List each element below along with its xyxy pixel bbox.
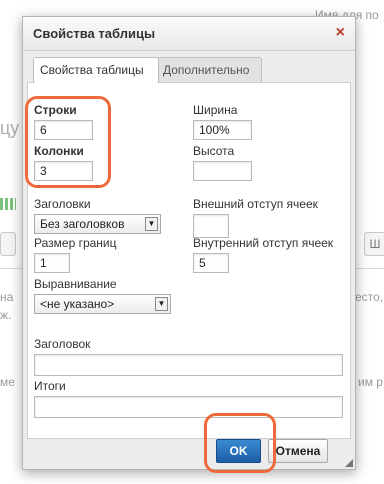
bg-left-fragment: на	[0, 290, 14, 304]
tab-panel: Строки Колонки Ширина Высота Заголовки Б…	[27, 82, 351, 439]
cell-padding-field[interactable]	[193, 253, 229, 273]
bg-green-icon	[0, 198, 16, 210]
alignment-label: Выравнивание	[34, 277, 117, 291]
chevron-down-icon: ▼	[155, 297, 168, 311]
border-size-label: Размер границ	[34, 236, 117, 250]
chevron-down-icon: ▼	[145, 217, 158, 231]
alignment-select[interactable]: <не указано> ▼	[34, 294, 171, 314]
height-label: Высота	[193, 144, 235, 158]
resize-handle-icon[interactable]	[345, 459, 353, 467]
caption-label: Заголовок	[34, 337, 91, 351]
dialog-footer: OK Отмена	[23, 431, 355, 469]
tab-advanced[interactable]: Дополнительно	[156, 57, 262, 82]
summary-label: Итоги	[34, 379, 66, 393]
columns-field[interactable]	[34, 161, 93, 181]
ok-button[interactable]: OK	[216, 439, 261, 463]
headers-label: Заголовки	[34, 197, 91, 211]
cell-spacing-label: Внешний отступ ячеек	[193, 197, 318, 211]
caption-field[interactable]	[34, 354, 343, 376]
bg-right-fragment: есто,	[355, 290, 384, 304]
cell-spacing-field[interactable]	[193, 214, 229, 238]
bg-left-fragment: ме	[0, 375, 15, 389]
close-icon[interactable]: ×	[336, 24, 345, 42]
bg-divider	[355, 268, 384, 269]
cell-padding-label: Внутренний отступ ячеек	[193, 236, 334, 250]
bg-left-fragment: ж.	[0, 308, 12, 322]
alignment-select-value: <не указано>	[40, 297, 115, 311]
summary-field[interactable]	[34, 396, 343, 418]
bg-left-fragment: цу	[0, 118, 20, 138]
rows-field[interactable]	[34, 120, 93, 140]
border-size-field[interactable]	[34, 253, 70, 273]
table-properties-dialog: Свойства таблицы × Свойства таблицы Допо…	[22, 16, 356, 470]
dialog-titlebar[interactable]: Свойства таблицы ×	[23, 17, 355, 51]
rows-label: Строки	[34, 103, 77, 117]
headers-select-value: Без заголовков	[40, 217, 125, 231]
tab-table-properties[interactable]: Свойства таблицы	[33, 57, 159, 83]
headers-select[interactable]: Без заголовков ▼	[34, 214, 161, 234]
columns-label: Колонки	[34, 144, 84, 158]
bg-divider	[0, 268, 22, 269]
cancel-button[interactable]: Отмена	[268, 439, 328, 463]
dialog-title: Свойства таблицы	[33, 26, 156, 41]
bg-toolbar-button-label: Ш	[369, 237, 381, 251]
width-label: Ширина	[193, 103, 238, 117]
bg-right-fragment: им р	[358, 375, 383, 389]
bg-toolbar-button: Ш	[364, 232, 384, 256]
height-field[interactable]	[193, 161, 252, 181]
width-field[interactable]	[193, 120, 252, 140]
bg-toolbar-button	[0, 232, 16, 256]
